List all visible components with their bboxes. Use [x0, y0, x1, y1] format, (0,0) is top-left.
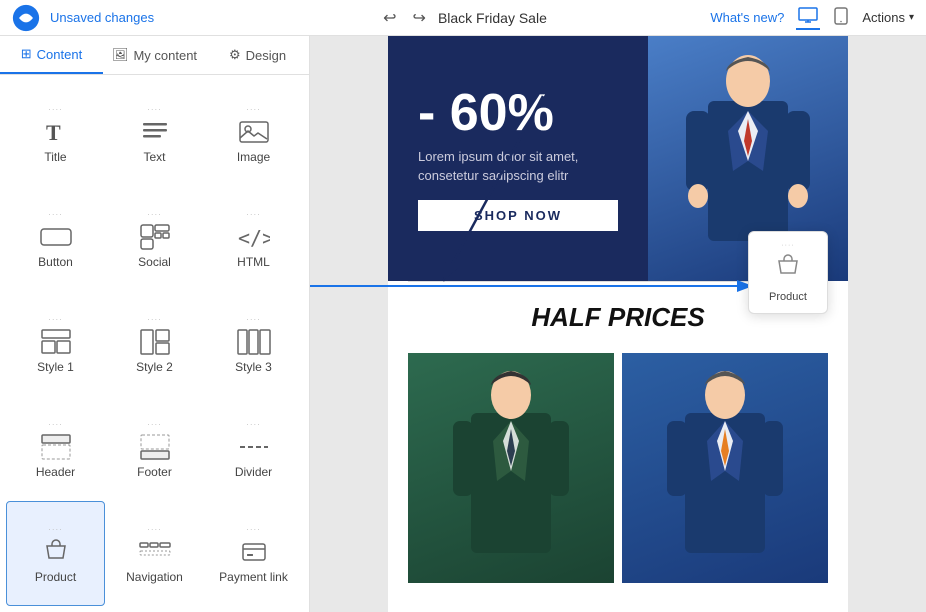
tab-content[interactable]: ⊞ Content [0, 36, 103, 74]
text-icon [137, 118, 173, 146]
unsaved-changes-link[interactable]: Unsaved changes [50, 10, 154, 25]
actions-button[interactable]: Actions ▾ [862, 10, 914, 25]
header-icon [38, 433, 74, 461]
sidebar-item-button[interactable]: ···· Button [6, 186, 105, 291]
navigation-icon [137, 538, 173, 566]
sidebar-item-image[interactable]: ···· Image [204, 81, 303, 186]
sidebar-item-social[interactable]: ···· Social [105, 186, 204, 291]
content-tab-icon: ⊞ [21, 46, 32, 62]
product-suit-1 [451, 363, 571, 583]
topbar-center-group: ↩ ↪ Black Friday Sale [379, 6, 547, 30]
image-icon [236, 118, 272, 146]
product-icon [38, 538, 74, 566]
svg-text:T: T [46, 120, 61, 145]
sidebar-item-payment-link[interactable]: ···· Payment link [204, 501, 303, 606]
sidebar-grid: ···· T Title ···· Text [0, 75, 309, 612]
hero-discount: - 60% [418, 87, 618, 139]
logo-icon [12, 4, 40, 32]
sidebar: ⊞ Content 🖼 My content ⚙ Design ···· T T… [0, 36, 310, 612]
style1-icon [38, 328, 74, 356]
shop-now-button[interactable]: SHOP NOW [418, 200, 618, 231]
redo-button[interactable]: ↪ [409, 6, 430, 30]
page-title: Black Friday Sale [438, 10, 547, 26]
hero-description: Lorem ipsum dolor sit amet,consetetur sa… [418, 147, 618, 186]
hero-left: - 60% Lorem ipsum dolor sit amet,consete… [388, 36, 648, 281]
footer-icon [137, 433, 173, 461]
tab-my-content[interactable]: 🖼 My content [103, 36, 206, 74]
sidebar-item-text[interactable]: ···· Text [105, 81, 204, 186]
product-grid [388, 343, 848, 593]
canvas-area: - 60% Lorem ipsum dolor sit amet,consete… [310, 36, 926, 612]
canvas-inner: - 60% Lorem ipsum dolor sit amet,consete… [388, 36, 848, 612]
chevron-down-icon: ▾ [909, 12, 914, 23]
sidebar-item-style2[interactable]: ···· Style 2 [105, 291, 204, 396]
my-content-tab-icon: 🖼 [112, 47, 129, 63]
mobile-view-button[interactable] [832, 5, 850, 30]
sidebar-item-header[interactable]: ···· Header [6, 396, 105, 501]
whats-new-button[interactable]: What's new? [710, 10, 784, 25]
product-card-1 [408, 353, 614, 583]
desktop-view-button[interactable] [796, 5, 820, 30]
tooltip-product-icon [774, 253, 802, 287]
desktop-icon [798, 7, 818, 23]
payment-link-icon [236, 538, 272, 566]
topbar-left: Unsaved changes [12, 4, 154, 32]
svg-text:</>: </> [238, 226, 270, 249]
sidebar-item-html[interactable]: ···· </> HTML [204, 186, 303, 291]
topbar: Unsaved changes ↩ ↪ Black Friday Sale Wh… [0, 0, 926, 36]
button-icon [38, 223, 74, 251]
mobile-icon [834, 7, 848, 25]
sidebar-item-navigation[interactable]: ···· Navigation [105, 501, 204, 606]
style3-icon [236, 328, 272, 356]
undo-button[interactable]: ↩ [379, 6, 400, 30]
sidebar-item-title[interactable]: ···· T Title [6, 81, 105, 186]
title-icon: T [38, 118, 74, 146]
product-suit-2 [665, 363, 785, 583]
sidebar-item-product[interactable]: ···· Product [6, 501, 105, 606]
sidebar-item-style3[interactable]: ···· Style 3 [204, 291, 303, 396]
sidebar-item-divider[interactable]: ···· Divider [204, 396, 303, 501]
design-tab-icon: ⚙ [229, 47, 241, 63]
sidebar-item-footer[interactable]: ···· Footer [105, 396, 204, 501]
tab-design[interactable]: ⚙ Design [206, 36, 309, 74]
main-layout: ⊞ Content 🖼 My content ⚙ Design ···· T T… [0, 36, 926, 612]
sidebar-tabs: ⊞ Content 🖼 My content ⚙ Design [0, 36, 309, 75]
sidebar-item-style1[interactable]: ···· Style 1 [6, 291, 105, 396]
divider-icon [236, 433, 272, 461]
style2-icon [137, 328, 173, 356]
product-card-2 [622, 353, 828, 583]
topbar-right: What's new? Actions ▾ [710, 5, 914, 30]
tooltip-box: ···· Product [748, 231, 828, 314]
social-icon [137, 223, 173, 251]
html-icon: </> [236, 223, 272, 251]
